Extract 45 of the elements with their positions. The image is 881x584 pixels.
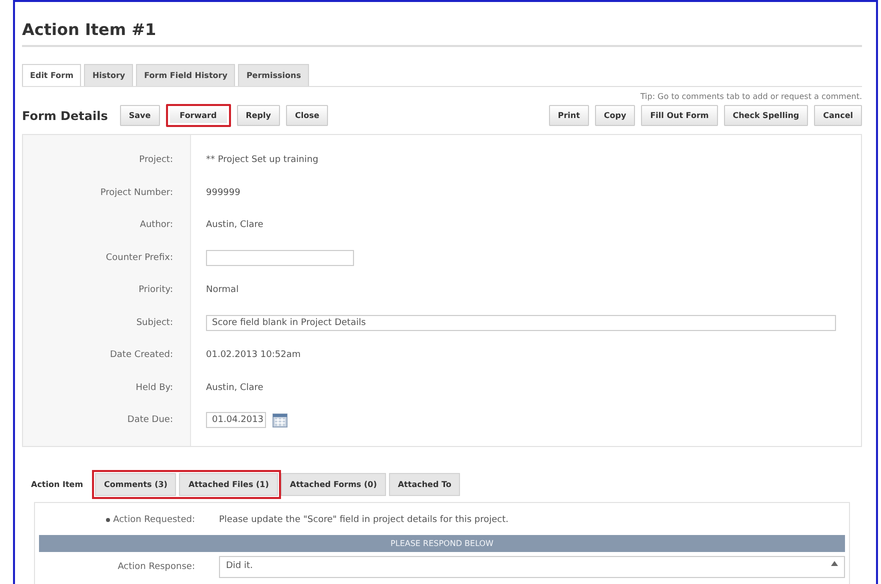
field-value: Austin, Clare <box>206 220 264 230</box>
field-value: 999999 <box>206 188 240 198</box>
section-banner: PLEASE RESPOND BELOW <box>39 534 845 552</box>
text-area[interactable]: Did it. <box>219 556 845 578</box>
form-button[interactable]: Close <box>286 105 328 126</box>
form-button[interactable]: Reply <box>236 105 280 126</box>
field-value: Austin, Clare <box>206 382 264 393</box>
input-field[interactable]: Score field blank in Project Details <box>206 314 836 331</box>
field-value: Normal <box>206 285 239 296</box>
section-tab[interactable]: Attached Files (1) <box>179 472 278 496</box>
section-heading: Form Details <box>22 108 108 122</box>
field-label: Counter Prefix: <box>104 252 174 265</box>
field-value: 01.02.2013 10:52am <box>206 350 301 360</box>
section-tab[interactable]: Attached To <box>388 472 460 496</box>
section-tab[interactable]: Attached Forms (0) <box>280 472 386 496</box>
field-label: Date Due: <box>126 414 174 428</box>
form-button[interactable]: Save <box>120 105 160 126</box>
form-button[interactable]: Copy <box>594 105 636 126</box>
field-label: Project: <box>138 154 174 168</box>
form-button[interactable]: Forward <box>166 104 231 127</box>
form-tab[interactable]: Edit Form <box>22 64 82 86</box>
section-tab[interactable]: Comments (3) <box>95 472 176 496</box>
field-label: Held By: <box>134 382 174 395</box>
field-label: Date Created: <box>108 349 174 362</box>
input-field[interactable] <box>206 250 354 266</box>
field-label: Project Number: <box>99 186 174 200</box>
field-value: Please update the "Score" field in project details for this project. <box>218 514 510 524</box>
scroll-up-icon[interactable] <box>831 560 838 566</box>
tip-text: Tip: Go to comments tab to add or request a comment. <box>639 92 862 101</box>
field-value: ** Project Set up training <box>206 155 318 166</box>
form-button[interactable]: Fill Out Form <box>641 105 718 126</box>
page-title: Action Item #1 <box>22 14 862 47</box>
field-label: Action Requested: <box>113 514 195 524</box>
form-tab[interactable]: History <box>84 64 134 86</box>
form-tab[interactable]: Permissions <box>238 64 309 86</box>
calendar-icon[interactable] <box>272 412 288 428</box>
form-button[interactable]: Cancel <box>814 105 862 126</box>
field-label: Priority: <box>138 284 174 298</box>
field-label: Action Response: <box>116 562 196 572</box>
form-tab[interactable]: Form Field History <box>136 64 236 86</box>
form-button[interactable]: Check Spelling <box>724 105 808 126</box>
field-label: Author: <box>138 219 174 232</box>
field-label: Subject: <box>135 316 174 330</box>
date-field[interactable]: 01.04.2013 <box>206 412 266 428</box>
form-button[interactable]: Print <box>548 105 589 126</box>
